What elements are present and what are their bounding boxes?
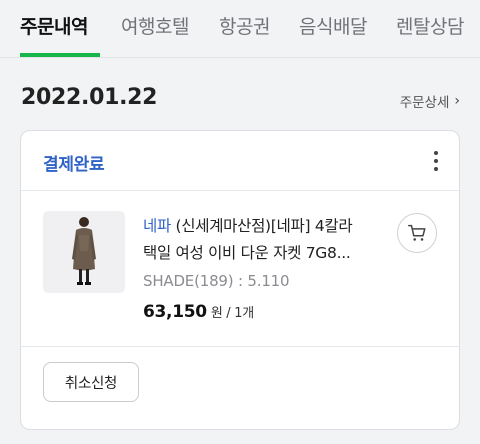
tab-flights[interactable]: 항공권 (219, 12, 270, 39)
product-brand: 네파 (143, 217, 171, 235)
tab-rental-consult[interactable]: 렌탈상담 (396, 12, 464, 39)
cancel-request-button[interactable]: 취소신청 (43, 362, 139, 402)
order-card: 결제완료 네파 (신세계마산점)[네파] 4칼라 택일 여성 이비 다운 자켓 … (20, 130, 460, 430)
price-unit: 원 / 1개 (210, 306, 254, 321)
tab-travel-hotel[interactable]: 여행호텔 (121, 12, 189, 39)
product-name-line2: 택일 여성 이비 다운 자켓 7G8... (143, 244, 351, 262)
more-options-icon[interactable] (428, 149, 444, 173)
product-thumbnail[interactable] (43, 211, 125, 293)
product-name[interactable]: 네파 (신세계마산점)[네파] 4칼라 택일 여성 이비 다운 자켓 7G8..… (143, 213, 381, 267)
product-price-row: 63,150 원 / 1개 (143, 302, 254, 322)
product-option: SHADE(189) : 5.110 (143, 272, 290, 290)
tab-food-delivery[interactable]: 음식배달 (299, 12, 367, 39)
tab-order-history[interactable]: 주문내역 (20, 12, 88, 39)
card-divider (21, 190, 459, 191)
order-detail-link[interactable]: 주문상세 › (400, 91, 460, 111)
product-image (43, 211, 125, 293)
chevron-right-icon: › (454, 93, 460, 109)
order-detail-label: 주문상세 (399, 95, 450, 111)
product-price: 63,150 (143, 302, 207, 322)
order-date: 2022.01.22 (21, 85, 158, 110)
order-date-row: 2022.01.22 주문상세 › (0, 58, 480, 130)
order-status: 결제완료 (43, 155, 105, 175)
cart-icon (408, 224, 426, 241)
card-divider-bottom (21, 346, 459, 347)
active-tab-indicator (20, 53, 100, 57)
product-name-rest: (신세계마산점)[네파] 4칼라 (170, 217, 353, 235)
category-tabs: 주문내역 여행호텔 항공권 음식배달 렌탈상담 (0, 0, 480, 58)
add-to-cart-button[interactable] (397, 213, 437, 253)
product-name-line1: 네파 (신세계마산점)[네파] 4칼라 (143, 213, 381, 240)
